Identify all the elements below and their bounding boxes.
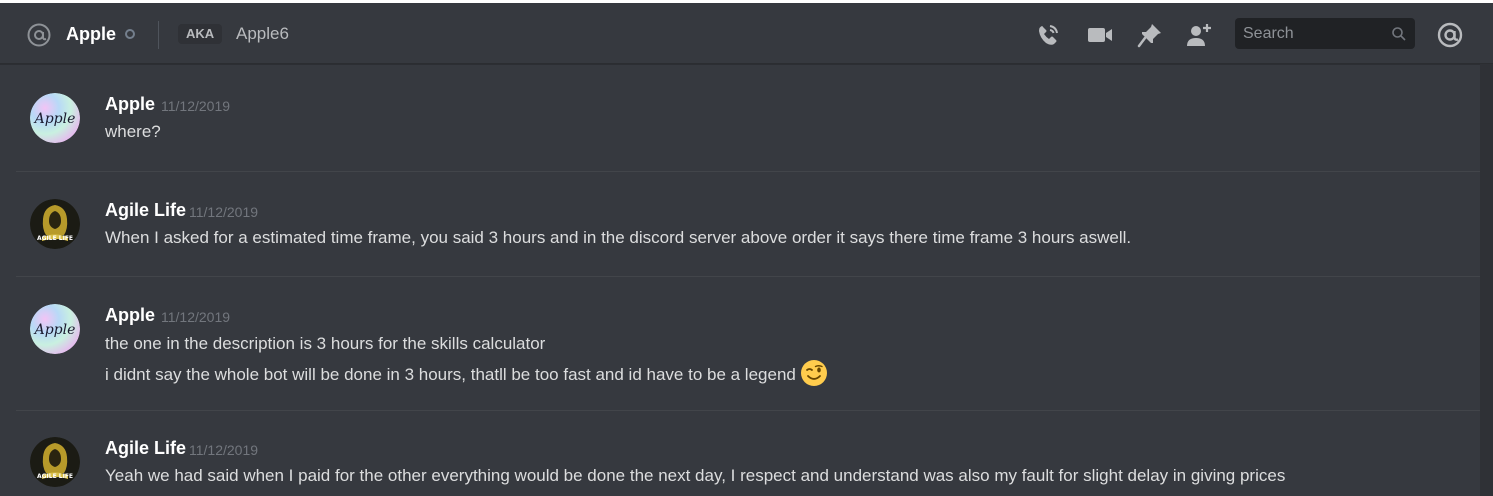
search-icon xyxy=(1391,26,1407,42)
search-input[interactable] xyxy=(1235,18,1385,49)
message-divider xyxy=(16,410,1480,411)
mentions-icon[interactable] xyxy=(1436,21,1464,49)
message-author[interactable]: Apple xyxy=(105,304,155,326)
message-timestamp: 11/12/2019 xyxy=(189,204,259,220)
agile-life-avatar[interactable]: AGILE LIFE xyxy=(30,199,80,249)
message-text: the one in the description is 3 hours fo… xyxy=(105,334,546,353)
search-box[interactable] xyxy=(1235,18,1415,49)
svg-text:AGILE LIFE: AGILE LIFE xyxy=(37,473,73,480)
message-author[interactable]: Agile Life xyxy=(105,199,186,221)
message-list: Apple Apple 11/12/2019 where? AGILE LIFE… xyxy=(0,64,1480,496)
aka-name: Apple6 xyxy=(236,24,289,43)
aka-badge: AKA xyxy=(178,24,223,44)
message-text: where? xyxy=(105,122,161,141)
message-text: i didnt say the whole bot will be done i… xyxy=(105,365,796,384)
message-text-line-2: i didnt say the whole bot will be done i… xyxy=(105,359,828,387)
add-friend-icon[interactable] xyxy=(1185,21,1213,49)
video-call-icon[interactable] xyxy=(1086,21,1114,49)
message-text: Yeah we had said when I paid for the oth… xyxy=(105,466,1286,485)
dm-chat-window: Apple AKA Apple6 Search Apple Apple 11/1… xyxy=(0,0,1493,496)
svg-text:Apple: Apple xyxy=(33,111,76,127)
voice-call-icon[interactable] xyxy=(1034,21,1062,49)
scrollbar-track[interactable] xyxy=(1480,64,1493,496)
message-divider xyxy=(16,171,1480,172)
dm-recipient-name[interactable]: Apple xyxy=(66,21,116,47)
agile-life-avatar[interactable]: AGILE LIFE xyxy=(30,437,80,487)
header-divider xyxy=(158,21,159,49)
message-text: When I asked for a estimated time frame,… xyxy=(105,228,1132,247)
winking-face-emoji[interactable] xyxy=(800,359,828,387)
message-timestamp: 11/12/2019 xyxy=(189,442,259,458)
message-timestamp: 11/12/2019 xyxy=(161,309,231,325)
message-author[interactable]: Apple xyxy=(105,93,155,115)
svg-text:AGILE LIFE: AGILE LIFE xyxy=(37,235,73,242)
channel-header: Apple AKA Apple6 xyxy=(0,3,1493,64)
at-icon xyxy=(26,22,52,48)
apple-avatar[interactable]: Apple xyxy=(30,304,80,354)
pin-icon[interactable] xyxy=(1136,21,1164,49)
svg-text:Apple: Apple xyxy=(33,322,76,338)
apple-avatar[interactable]: Apple xyxy=(30,93,80,143)
message-divider xyxy=(16,276,1480,277)
message-author[interactable]: Agile Life xyxy=(105,437,186,459)
message-timestamp: 11/12/2019 xyxy=(161,98,231,114)
status-offline-icon xyxy=(125,29,135,39)
